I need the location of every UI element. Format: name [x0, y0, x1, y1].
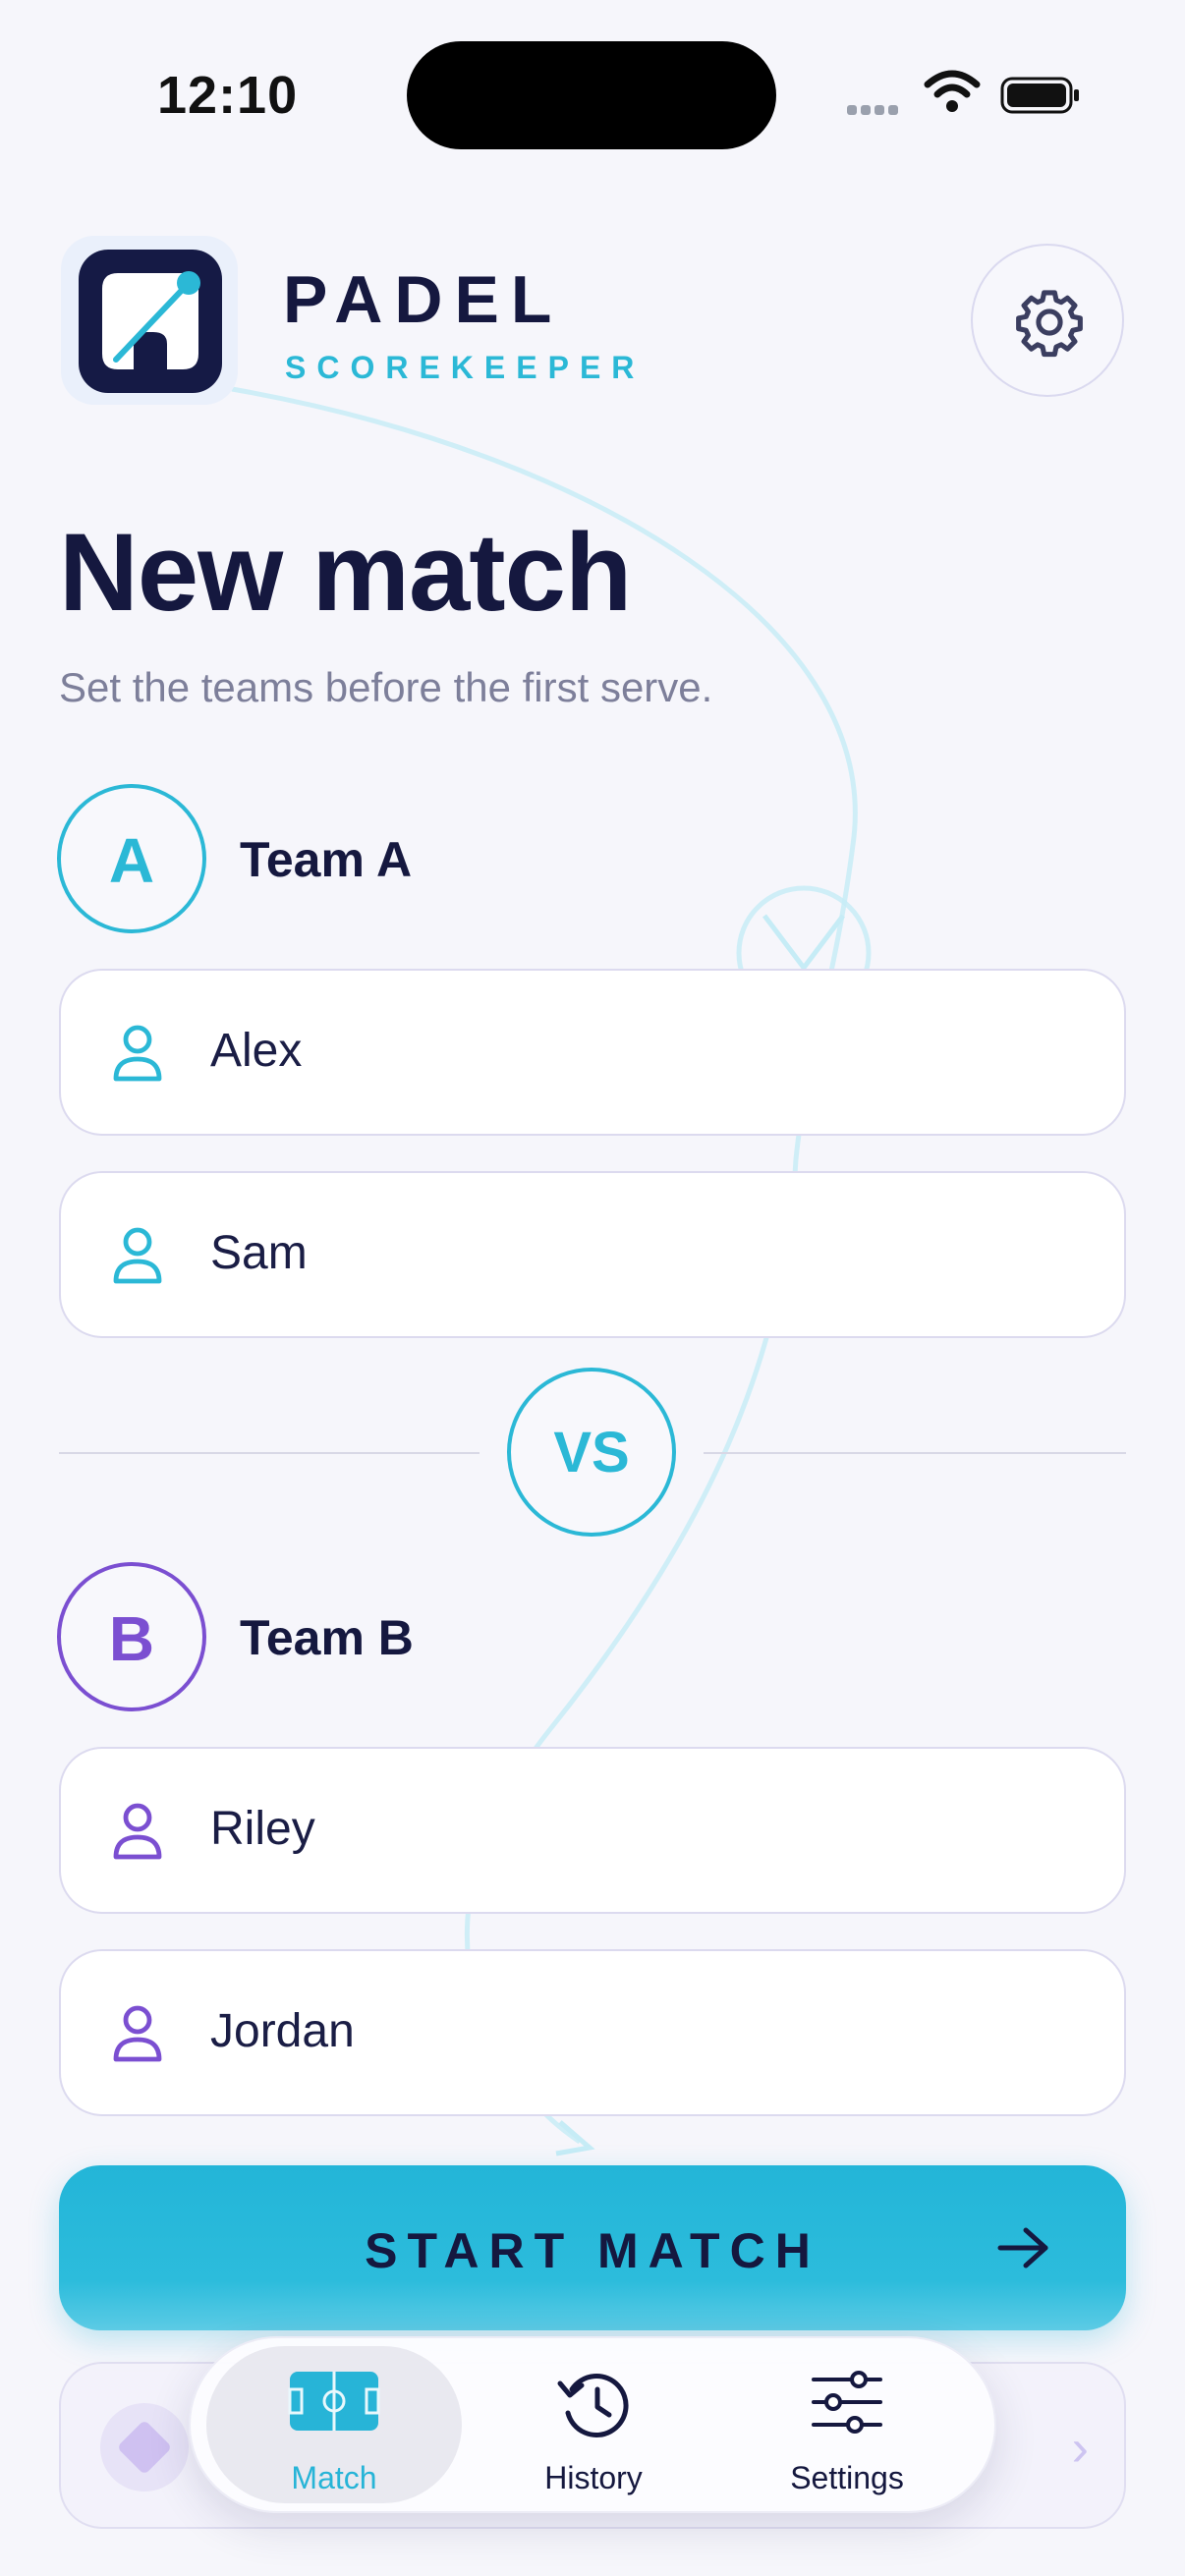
team-a-player-1-field[interactable]: Alex [59, 969, 1126, 1136]
player-name: Alex [210, 1025, 303, 1077]
tab-label: Settings [790, 2460, 904, 2495]
person-icon [113, 2005, 162, 2062]
tab-match[interactable]: Match [206, 2346, 462, 2503]
person-icon [113, 1803, 162, 1860]
brand-title: PADEL [283, 262, 564, 337]
vs-divider-right [704, 1452, 1126, 1454]
player-name: Jordan [210, 2005, 355, 2057]
tab-label: Match [291, 2460, 377, 2495]
vs-badge: VS [507, 1368, 676, 1537]
person-icon [113, 1227, 162, 1284]
status-time: 12:10 [157, 66, 299, 125]
start-match-button[interactable]: START MATCH [59, 2165, 1126, 2330]
vs-divider-left [59, 1452, 480, 1454]
team-b-badge: B [57, 1562, 206, 1711]
battery-icon [1000, 77, 1079, 114]
padel-racket-icon [102, 271, 200, 369]
chevron-right-icon: › [1071, 2420, 1089, 2477]
tab-label: History [544, 2460, 643, 2495]
arrow-right-icon [997, 2227, 1048, 2268]
team-a-player-2-field[interactable]: Sam [59, 1171, 1126, 1338]
gem-icon [100, 2403, 189, 2492]
tab-history[interactable]: History [466, 2346, 721, 2503]
settings-button[interactable] [971, 244, 1124, 397]
player-name: Riley [210, 1803, 315, 1855]
page-title: New match [59, 511, 632, 634]
tab-settings[interactable]: Settings [719, 2346, 975, 2503]
gear-icon [1016, 290, 1083, 358]
team-b-player-2-field[interactable]: Jordan [59, 1949, 1126, 2116]
team-a-badge: A [57, 784, 206, 933]
start-match-label: START MATCH [365, 2223, 820, 2278]
page-subtitle: Set the teams before the first serve. [59, 664, 713, 710]
team-b-player-1-field[interactable]: Riley [59, 1747, 1126, 1914]
history-icon [557, 2374, 629, 2437]
signal-icon [847, 102, 902, 120]
app-logo [79, 250, 222, 393]
player-name: Sam [210, 1227, 308, 1279]
wifi-icon [924, 70, 981, 112]
team-a-label: Team A [240, 832, 413, 887]
dynamic-island [407, 41, 776, 149]
tab-bar: Match History Settings [189, 2336, 996, 2513]
team-b-label: Team B [240, 1610, 414, 1665]
sliders-icon [812, 2371, 882, 2434]
brand-subtitle: SCOREKEEPER [285, 350, 646, 385]
court-icon [288, 2372, 380, 2431]
person-icon [113, 1025, 162, 1082]
